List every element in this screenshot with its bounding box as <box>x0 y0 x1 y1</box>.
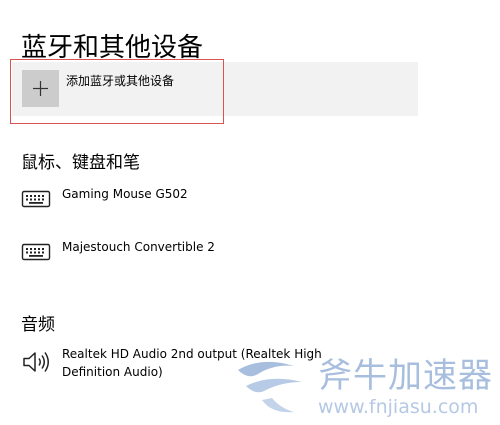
device-name: Gaming Mouse G502 <box>62 187 188 201</box>
watermark-brand: 斧牛加速器 <box>318 356 493 396</box>
add-device-button[interactable]: 添加蓝牙或其他设备 <box>12 62 418 116</box>
watermark: 斧牛加速器 www.fnjiasu.com <box>232 356 494 420</box>
page-title: 蓝牙和其他设备 <box>21 33 204 64</box>
plus-icon-tile <box>22 70 59 107</box>
device-item-gaming-mouse[interactable]: Gaming Mouse G502 <box>21 185 341 215</box>
plus-icon <box>33 81 48 96</box>
device-name: Majestouch Convertible 2 <box>62 240 215 254</box>
device-item-majestouch[interactable]: Majestouch Convertible 2 <box>21 238 341 268</box>
keyboard-icon <box>21 190 51 208</box>
speaker-icon <box>23 352 49 372</box>
watermark-url: www.fnjiasu.com <box>318 396 479 418</box>
audio-heading: 音频 <box>21 315 55 335</box>
input-devices-heading: 鼠标、键盘和笔 <box>21 153 140 173</box>
add-device-label: 添加蓝牙或其他设备 <box>66 74 175 88</box>
keyboard-icon <box>21 243 51 261</box>
brand-logo-icon <box>238 361 302 413</box>
